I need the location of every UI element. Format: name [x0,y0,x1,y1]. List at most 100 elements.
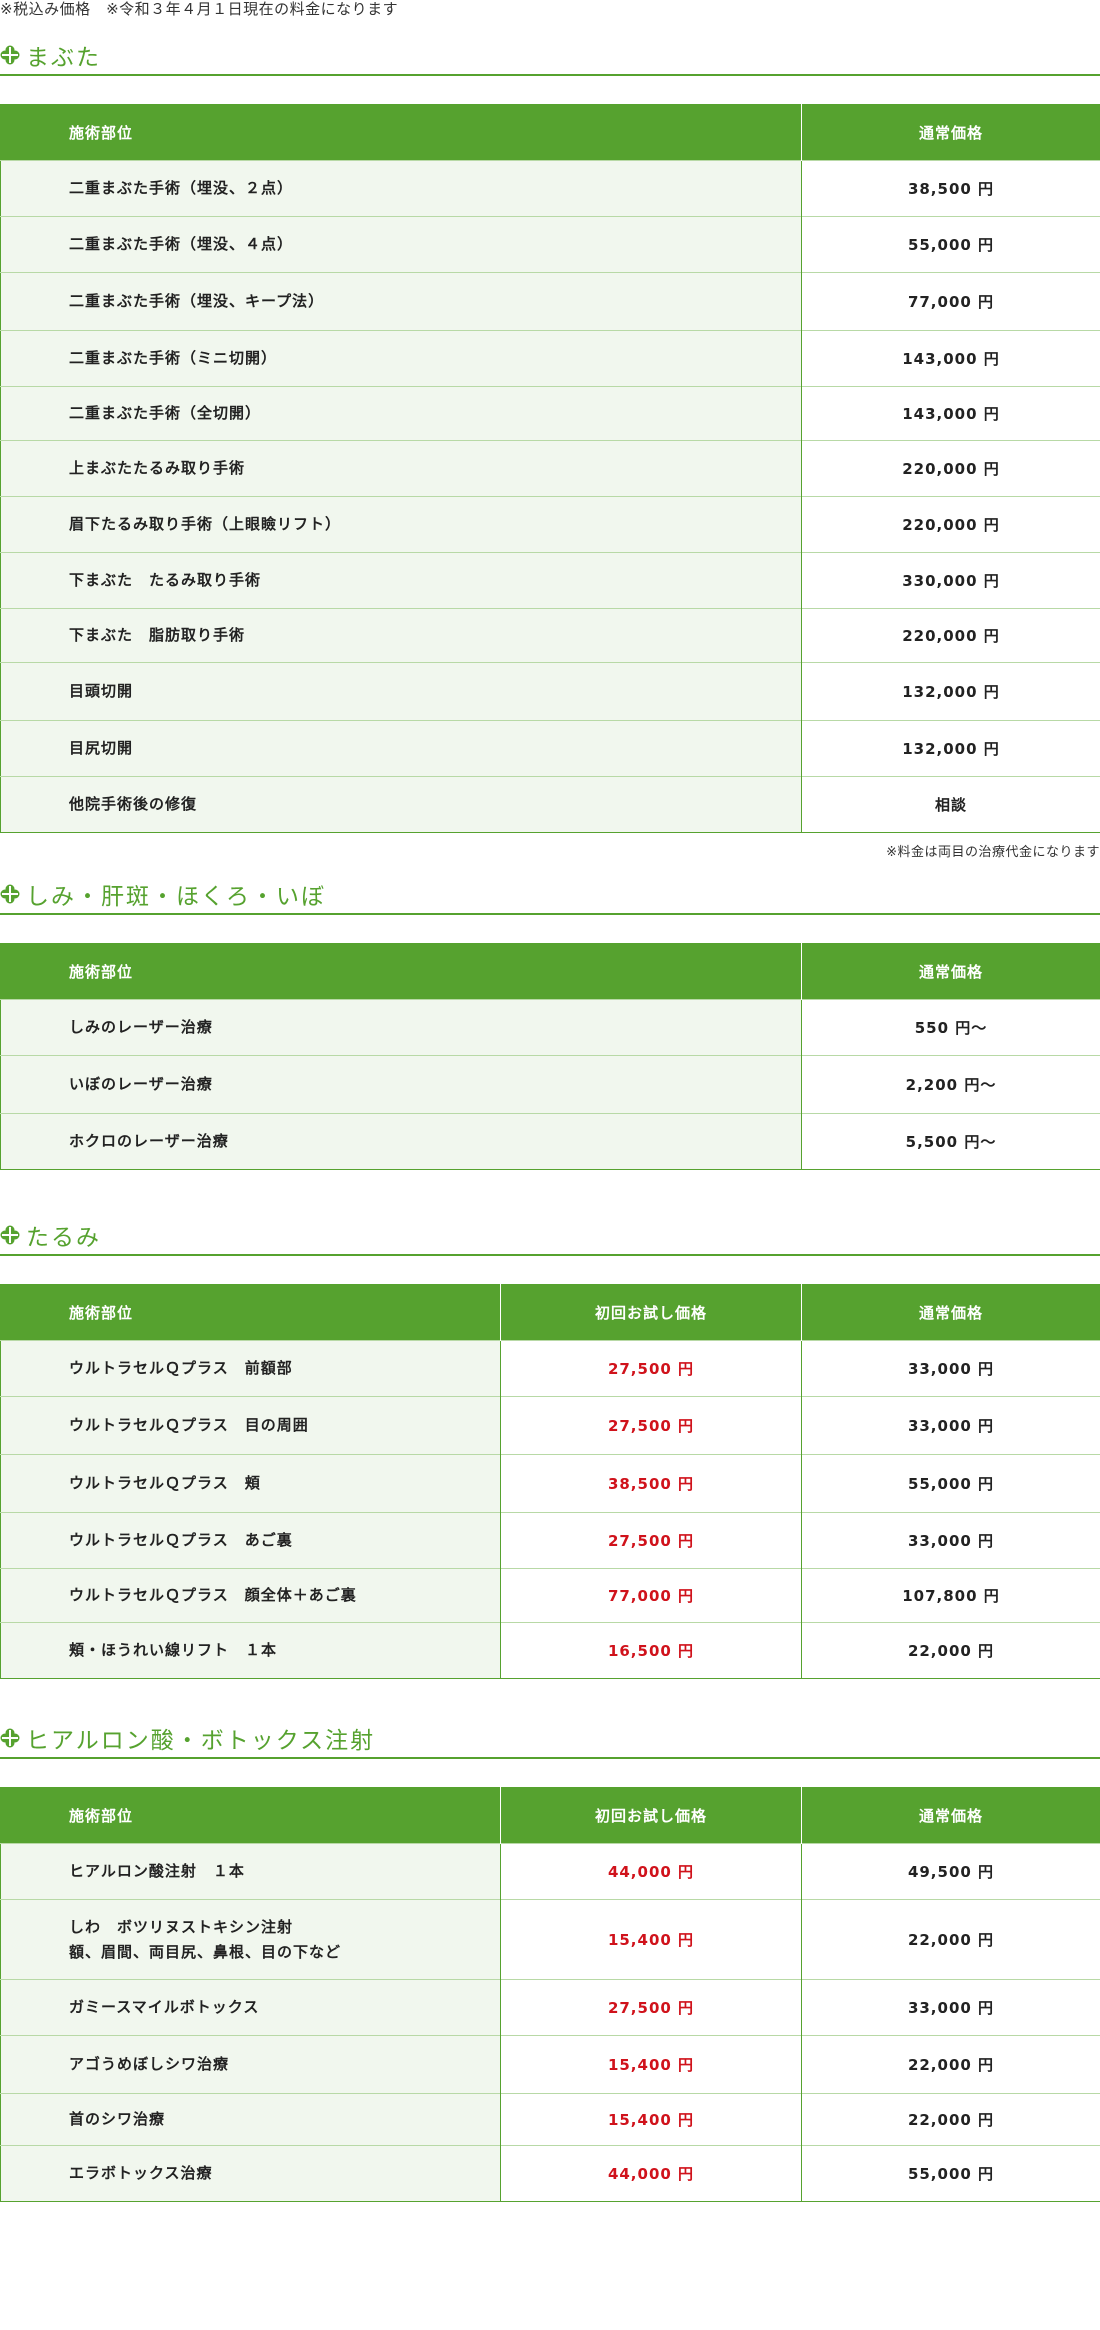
section-spots: しみ・肝斑・ほくろ・いぼ 施術部位 通常価格 しみのレーザー治療 550 円〜 い… [0,875,1100,1170]
treatment-name: ウルトラセルＱプラス 頬 [0,1454,501,1513]
regular-price: 55,000 円 [801,2145,1100,2202]
header-treatment: 施術部位 [0,1787,501,1844]
treatment-name: 下まぶた 脂肪取り手術 [0,608,802,663]
table-header-row: 施術部位 通常価格 [0,943,1100,1000]
green-clover-cross-icon [0,884,20,904]
treatment-name: いぼのレーザー治療 [0,1055,802,1114]
regular-price: 220,000 円 [801,440,1100,497]
treatment-name: ヒアルロン酸注射 １本 [0,1843,501,1900]
section-sagging: たるみ 施術部位 初回お試し価格 通常価格 ウルトラセルＱプラス 前額部 27,5… [0,1216,1100,1679]
treatment-name: ウルトラセルＱプラス 顔全体＋あご裏 [0,1568,501,1623]
price-table-eyelid: 施術部位 通常価格 二重まぶた手術（埋没、２点） 38,500 円 二重まぶた手術… [0,104,1100,833]
table-row: ウルトラセルＱプラス 頬 38,500 円 55,000 円 [0,1454,1100,1513]
treatment-name: エラボトックス治療 [0,2145,501,2202]
section-header: しみ・肝斑・ほくろ・いぼ [0,875,1100,915]
table-row: ヒアルロン酸注射 １本 44,000 円 49,500 円 [0,1843,1100,1900]
treatment-name: ホクロのレーザー治療 [0,1113,802,1170]
section-injections: ヒアルロン酸・ボトックス注射 施術部位 初回お試し価格 通常価格 ヒアルロン酸注… [0,1719,1100,2202]
price-table-sagging: 施術部位 初回お試し価格 通常価格 ウルトラセルＱプラス 前額部 27,500 円… [0,1284,1100,1679]
table-row: ウルトラセルＱプラス 前額部 27,500 円 33,000 円 [0,1340,1100,1397]
regular-price: 49,500 円 [801,1843,1100,1900]
regular-price: 55,000 円 [801,216,1100,273]
trial-price: 27,500 円 [500,1979,802,2036]
trial-price: 27,500 円 [500,1396,802,1455]
table-row: 目頭切開 132,000 円 [0,662,1100,721]
section-eyelid: まぶた 施術部位 通常価格 二重まぶた手術（埋没、２点） 38,500 円 二重ま… [0,36,1100,865]
table-row: アゴうめぼしシワ治療 15,400 円 22,000 円 [0,2035,1100,2094]
regular-price: 143,000 円 [801,330,1100,387]
table-row: 上まぶたたるみ取り手術 220,000 円 [0,440,1100,497]
table-row: いぼのレーザー治療 2,200 円〜 [0,1055,1100,1114]
regular-price: 22,000 円 [801,1899,1100,1980]
regular-price: 330,000 円 [801,552,1100,609]
green-clover-cross-icon [0,45,20,65]
table-row: 他院手術後の修復 相談 [0,776,1100,833]
regular-price: 5,500 円〜 [801,1113,1100,1170]
table-row: ウルトラセルＱプラス 顔全体＋あご裏 77,000 円 107,800 円 [0,1568,1100,1623]
treatment-name: 二重まぶた手術（埋没、２点） [0,160,802,217]
trial-price: 27,500 円 [500,1340,802,1397]
treatment-name: ウルトラセルＱプラス 前額部 [0,1340,501,1397]
section-title: たるみ [26,1225,101,1251]
trial-price: 15,400 円 [500,2035,802,2094]
trial-price: 44,000 円 [500,2145,802,2202]
treatment-name-line2: 額、眉間、両目尻、鼻根、目の下など [69,1942,342,1961]
section-header: ヒアルロン酸・ボトックス注射 [0,1719,1100,1759]
trial-price: 27,500 円 [500,1512,802,1569]
treatment-name: 眉下たるみ取り手術（上眼瞼リフト） [0,496,802,553]
table-row: 目尻切開 132,000 円 [0,720,1100,777]
regular-price: 33,000 円 [801,1396,1100,1455]
treatment-name: 目頭切開 [0,662,802,721]
table-row: しわ ボツリヌストキシン注射 額、眉間、両目尻、鼻根、目の下など 15,400 … [0,1899,1100,1980]
regular-price: 220,000 円 [801,496,1100,553]
table-header-row: 施術部位 初回お試し価格 通常価格 [0,1787,1100,1844]
table-header-row: 施術部位 通常価格 [0,104,1100,161]
regular-price: 33,000 円 [801,1340,1100,1397]
trial-price: 38,500 円 [500,1454,802,1513]
treatment-name: 下まぶた たるみ取り手術 [0,552,802,609]
regular-price: 132,000 円 [801,720,1100,777]
treatment-name: 二重まぶた手術（埋没、４点） [0,216,802,273]
treatment-name: ガミースマイルボトックス [0,1979,501,2036]
table-row: 二重まぶた手術（埋没、４点） 55,000 円 [0,216,1100,273]
price-table-injections: 施術部位 初回お試し価格 通常価格 ヒアルロン酸注射 １本 44,000 円 49,… [0,1787,1100,2202]
table-row: ウルトラセルＱプラス あご裏 27,500 円 33,000 円 [0,1512,1100,1569]
regular-price: 550 円〜 [801,999,1100,1056]
header-treatment: 施術部位 [0,943,802,1000]
tax-note: ※税込み価格 ※令和３年４月１日現在の料金になります [0,0,399,18]
header-regular-price: 通常価格 [801,943,1100,1000]
table-row: 頬・ほうれい線リフト １本 16,500 円 22,000 円 [0,1622,1100,1679]
header-regular-price: 通常価格 [801,104,1100,161]
treatment-name: 頬・ほうれい線リフト １本 [0,1622,501,1679]
treatment-name: 首のシワ治療 [0,2093,501,2146]
regular-price: 22,000 円 [801,1622,1100,1679]
treatment-name: ウルトラセルＱプラス あご裏 [0,1512,501,1569]
header-treatment: 施術部位 [0,1284,501,1341]
green-clover-cross-icon [0,1728,20,1748]
section-title: まぶた [26,45,101,71]
trial-price: 44,000 円 [500,1843,802,1900]
regular-price: 55,000 円 [801,1454,1100,1513]
treatment-name-line1: しわ ボツリヌストキシン注射 [69,1917,294,1936]
table-row: 眉下たるみ取り手術（上眼瞼リフト） 220,000 円 [0,496,1100,553]
regular-price: 33,000 円 [801,1979,1100,2036]
table-row: 下まぶた 脂肪取り手術 220,000 円 [0,608,1100,663]
treatment-name: 他院手術後の修復 [0,776,802,833]
header-regular-price: 通常価格 [801,1284,1100,1341]
treatment-name: ウルトラセルＱプラス 目の周囲 [0,1396,501,1455]
treatment-name: 上まぶたたるみ取り手術 [0,440,802,497]
regular-price: 132,000 円 [801,662,1100,721]
regular-price: 77,000 円 [801,272,1100,331]
treatment-name: アゴうめぼしシワ治療 [0,2035,501,2094]
treatment-name: 目尻切開 [0,720,802,777]
regular-price: 22,000 円 [801,2035,1100,2094]
price-table-spots: 施術部位 通常価格 しみのレーザー治療 550 円〜 いぼのレーザー治療 2,200… [0,943,1100,1170]
regular-price: 相談 [801,776,1100,833]
header-trial-price: 初回お試し価格 [500,1787,802,1844]
trial-price: 15,400 円 [500,2093,802,2146]
treatment-name: 二重まぶた手術（全切開） [0,386,802,441]
header-regular-price: 通常価格 [801,1787,1100,1844]
regular-price: 33,000 円 [801,1512,1100,1569]
table-header-row: 施術部位 初回お試し価格 通常価格 [0,1284,1100,1341]
table-row: 二重まぶた手術（埋没、キープ法） 77,000 円 [0,272,1100,331]
